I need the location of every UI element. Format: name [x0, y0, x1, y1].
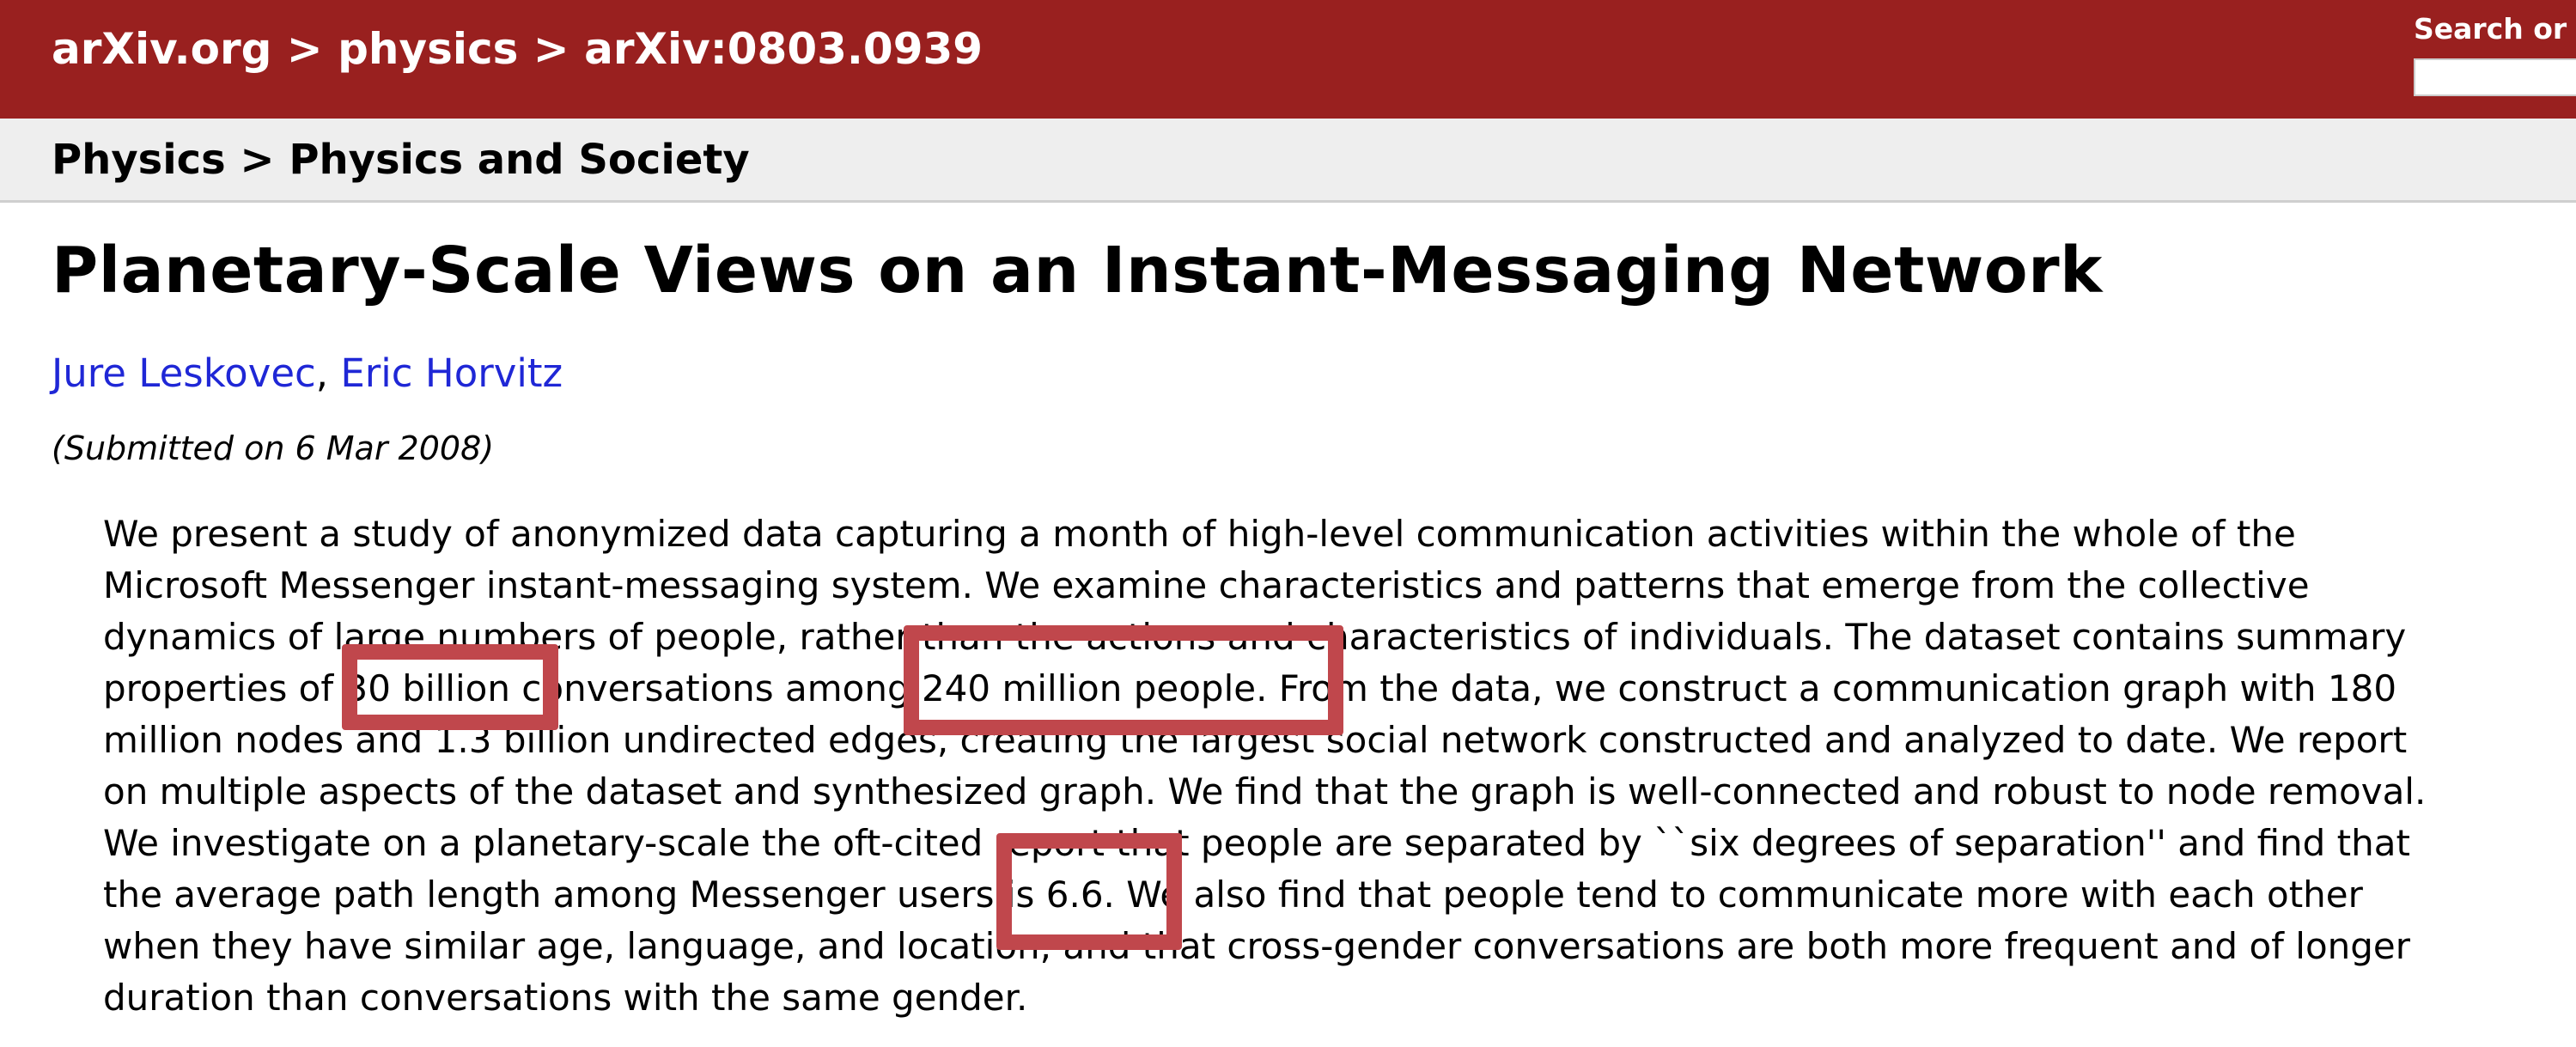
paper-title: Planetary-Scale Views on an Instant-Mess… [52, 234, 2103, 307]
highlight-box-240-million [904, 625, 1343, 735]
category-breadcrumb[interactable]: Physics > Physics and Society [52, 136, 750, 184]
search-label: Search or A [2414, 12, 2576, 46]
author-link[interactable]: Eric Horvitz [340, 350, 563, 396]
category-bar: Physics > Physics and Society [0, 119, 2576, 203]
abstract-line: duration than conversations with the sam… [103, 977, 1028, 1019]
site-breadcrumb[interactable]: arXiv.org > physics > arXiv:0803.0939 [52, 24, 983, 74]
abstract: We present a study of anonymized data ca… [103, 508, 2543, 1024]
abstract-line: when they have similar age, language, an… [103, 925, 2411, 967]
author-separator: , [315, 350, 329, 396]
abstract-line: We investigate on a planetary-scale the … [103, 822, 2410, 864]
abstract-line: Microsoft Messenger instant-messaging sy… [103, 564, 2310, 606]
abstract-line: We present a study of anonymized data ca… [103, 513, 2296, 555]
author-list: Jure Leskovec, Eric Horvitz [52, 350, 563, 396]
submission-date: (Submitted on 6 Mar 2008) [52, 429, 495, 467]
top-bar: arXiv.org > physics > arXiv:0803.0939 Se… [0, 0, 2576, 119]
author-link[interactable]: Jure Leskovec [52, 350, 316, 396]
highlight-box-6-6 [996, 833, 1182, 950]
abstract-line: the average path length among Messenger … [103, 874, 2363, 916]
search-input[interactable] [2414, 58, 2576, 96]
highlight-box-30-billion [342, 644, 558, 730]
abstract-line: on multiple aspects of the dataset and s… [103, 770, 2427, 813]
